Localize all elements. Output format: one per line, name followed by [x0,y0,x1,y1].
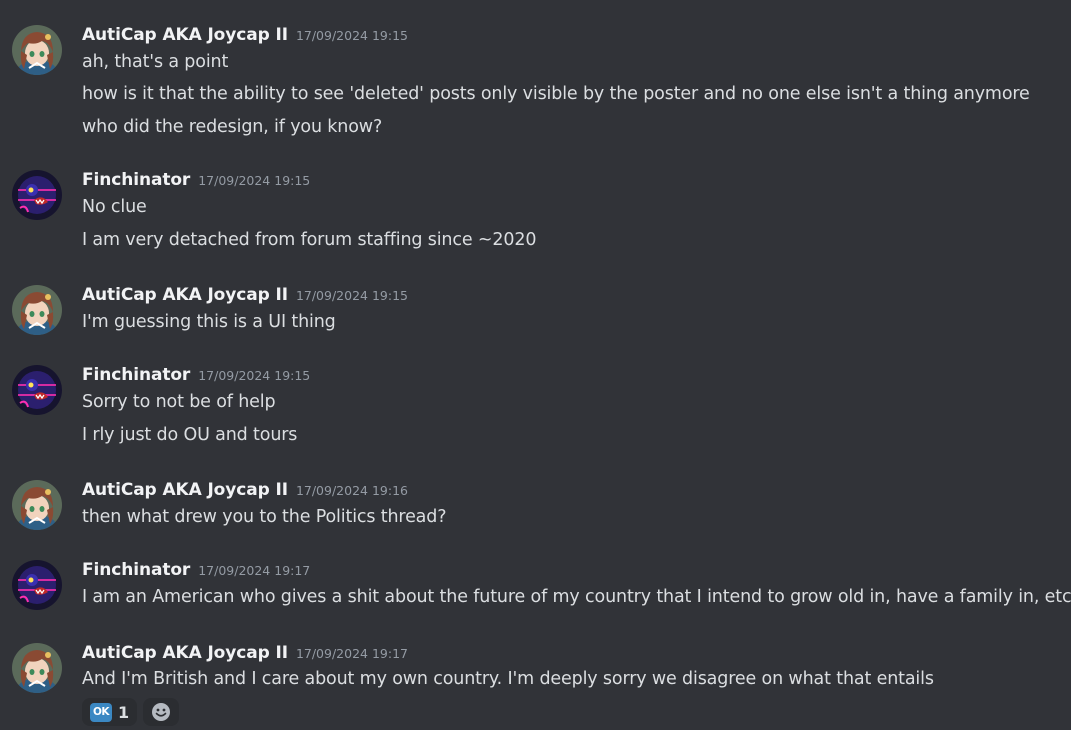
message-header: Finchinator 17/09/2024 19:15 [82,170,310,192]
dark-creature-avatar[interactable] [12,170,62,220]
timestamp: 17/09/2024 19:17 [295,646,408,661]
message-text: And I'm British and I care about my own … [82,669,934,689]
username[interactable]: Finchinator [82,365,190,385]
username[interactable]: Finchinator [82,560,190,580]
message-text: ah, that's a point [82,52,229,72]
message-text: then what drew you to the Politics threa… [82,507,447,527]
message-text: who did the redesign, if you know? [82,117,383,137]
message-header: AutiCap AKA Joycap II 17/09/2024 19:15 [82,285,408,307]
message-header: Finchinator 17/09/2024 19:17 [82,560,310,582]
anime-girl-avatar[interactable] [12,285,62,335]
username[interactable]: AutiCap AKA Joycap II [82,643,288,663]
message-header: AutiCap AKA Joycap II 17/09/2024 19:15 [82,25,408,47]
username[interactable]: Finchinator [82,170,190,190]
message-header: AutiCap AKA Joycap II 17/09/2024 19:17 [82,643,408,665]
anime-girl-avatar[interactable] [12,25,62,75]
anime-girl-avatar[interactable] [12,643,62,693]
reactions-bar: OK 1 [82,698,180,726]
timestamp: 17/09/2024 19:15 [198,173,311,188]
message-header: Finchinator 17/09/2024 19:15 [82,365,310,387]
message-text: I'm guessing this is a UI thing [82,312,336,332]
message-text: I am an American who gives a shit about … [82,587,1071,607]
ok-button-emoji: OK [90,702,112,722]
username[interactable]: AutiCap AKA Joycap II [82,25,288,45]
timestamp: 17/09/2024 19:15 [198,368,311,383]
timestamp: 17/09/2024 19:16 [295,483,408,498]
message-header: AutiCap AKA Joycap II 17/09/2024 19:16 [82,480,408,502]
ok-reaction-button[interactable]: OK 1 [82,698,138,726]
message-text: No clue [82,197,147,217]
message-text: I am very detached from forum staffing s… [82,230,537,250]
timestamp: 17/09/2024 19:15 [295,28,408,43]
add-reaction-icon [152,703,171,721]
timestamp: 17/09/2024 19:15 [295,288,408,303]
message-text: how is it that the ability to see 'delet… [82,84,1030,104]
message-text: Sorry to not be of help [82,392,276,412]
username[interactable]: AutiCap AKA Joycap II [82,480,288,500]
dark-creature-avatar[interactable] [12,365,62,415]
anime-girl-avatar[interactable] [12,480,62,530]
add-reaction-button[interactable] [143,698,180,726]
reaction-count: 1 [118,702,130,722]
username[interactable]: AutiCap AKA Joycap II [82,285,288,305]
timestamp: 17/09/2024 19:17 [198,563,311,578]
message-text: I rly just do OU and tours [82,425,298,445]
dark-creature-avatar[interactable] [12,560,62,610]
